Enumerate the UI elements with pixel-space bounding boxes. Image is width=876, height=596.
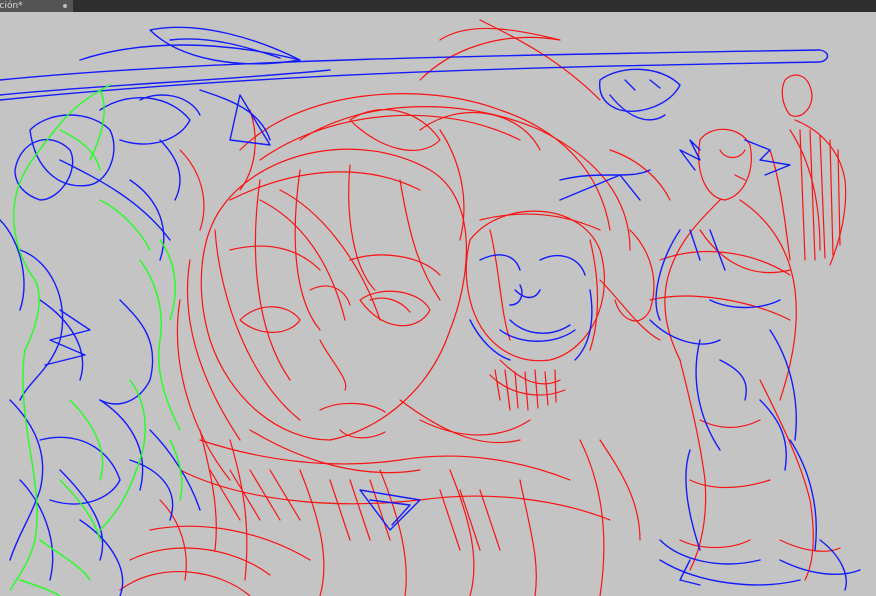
red-sketch-strokes bbox=[119, 19, 847, 596]
blue-sketch-strokes bbox=[0, 26, 861, 596]
drawing-canvas[interactable] bbox=[0, 12, 876, 596]
top-bar: ación* bbox=[0, 0, 876, 12]
sketch-layer bbox=[0, 19, 861, 596]
green-sketch-strokes bbox=[9, 84, 183, 596]
document-tab[interactable]: ación* bbox=[0, 0, 73, 12]
tab-close-icon[interactable] bbox=[63, 4, 67, 8]
document-tab-label: ación* bbox=[0, 1, 23, 11]
